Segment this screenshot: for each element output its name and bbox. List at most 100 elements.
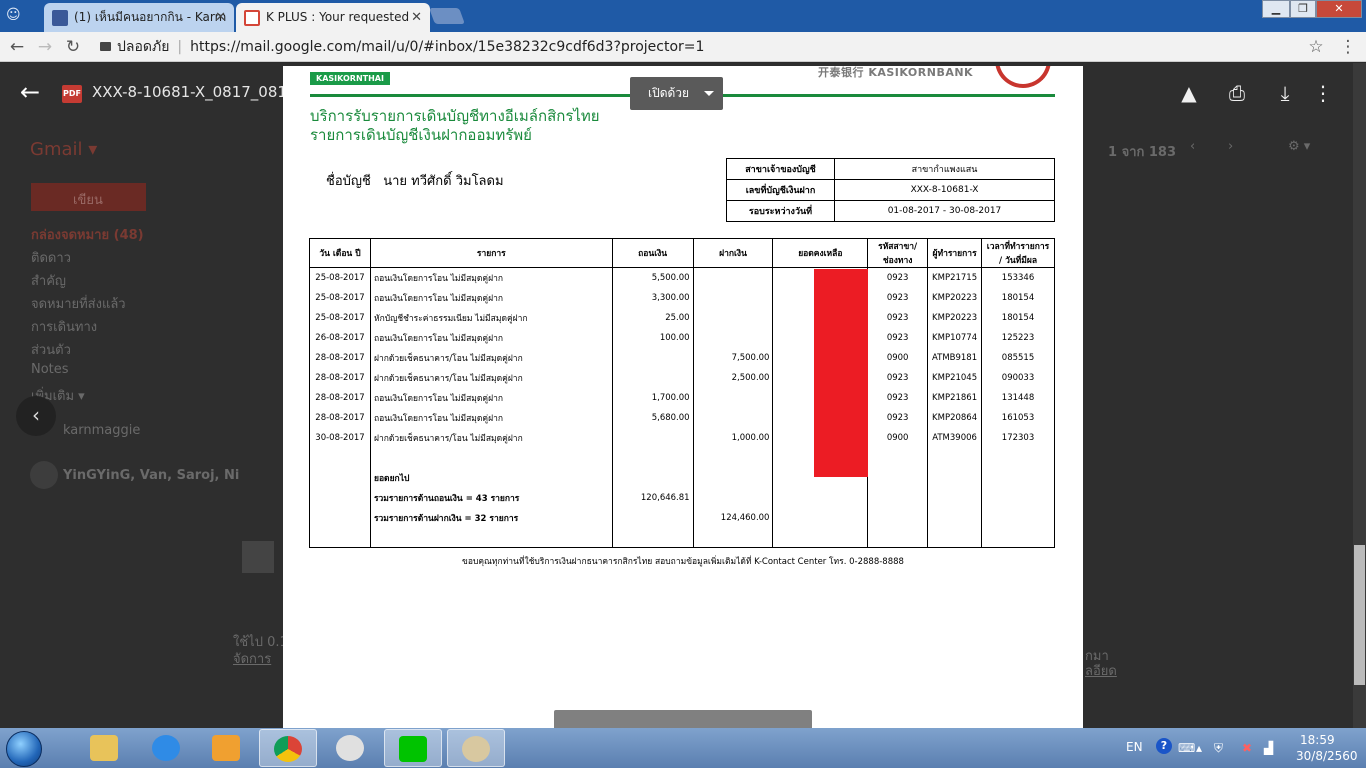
cell-branch: 0923 [867, 387, 929, 408]
zoom-controls[interactable] [554, 710, 812, 728]
clock-date[interactable]: 30/8/2560 [1296, 749, 1358, 763]
taskbar-itunes[interactable] [322, 729, 380, 767]
kasikornthai-logo: KASIKORNTHAI [310, 72, 390, 85]
account-name-value: นาย ทวีศักดิ์ วิมโลดม [383, 174, 504, 189]
open-with-button[interactable]: เปิดด้วย [630, 77, 723, 110]
col-header: ถอนเงิน [611, 238, 694, 268]
compose-button[interactable]: เขียน [31, 183, 146, 211]
cell-operator: KMP10774 [927, 327, 983, 348]
close-tab-button[interactable]: ✕ [411, 3, 422, 32]
taskbar-paint[interactable] [447, 729, 505, 767]
keyboard-icon[interactable]: ⌨ [1178, 741, 1195, 755]
doc-subtitle: รายการเดินบัญชีเงินฝากออมทรัพย์ [310, 126, 532, 144]
cell-branch: 0923 [867, 307, 929, 328]
close-tab-button[interactable]: ✕ [215, 3, 226, 32]
maximize-button[interactable]: ❐ [1290, 0, 1316, 18]
nav-personal[interactable]: ส่วนตัว [31, 339, 71, 360]
table-row-spacer [309, 447, 1055, 468]
lock-icon [100, 42, 111, 51]
cell-branch: 0923 [867, 267, 929, 288]
open-with-label: เปิดด้วย [648, 86, 690, 100]
cell-branch: 0923 [867, 367, 929, 388]
nav-inbox[interactable]: กล่องจดหมาย (48) [31, 224, 144, 245]
scrollbar-thumb[interactable] [1354, 545, 1365, 685]
language-indicator[interactable]: EN [1126, 740, 1143, 754]
chat-group[interactable]: YinGYinG, Van, Saroj, Ni [63, 468, 239, 483]
col-header: รหัสสาขา/ ช่องทาง [867, 238, 929, 268]
cell-operator: KMP21861 [927, 387, 983, 408]
tab-facebook[interactable]: (1) เห็นมีคนอยากกิน - Karm ✕ [44, 3, 234, 32]
cell-desc: ฝากด้วยเช็คธนาคาร/โอน ไม่มีสมุดคู่ฝาก [369, 347, 613, 368]
total-deposit-label: รวมรายการด้านฝากเงิน = 32 รายการ [369, 507, 613, 528]
minimize-button[interactable]: ▁ [1262, 0, 1290, 18]
nav-sent[interactable]: จดหมายที่ส่งแล้ว [31, 293, 126, 314]
profile-icon[interactable]: ☺ [6, 7, 24, 25]
close-viewer-arrow-icon[interactable]: ← [20, 78, 40, 106]
nav-starred[interactable]: ติดดาว [31, 247, 71, 268]
taskbar-explorer[interactable] [76, 729, 134, 767]
network-error-icon[interactable]: ✖ [1242, 741, 1252, 755]
taskbar-line[interactable] [384, 729, 442, 767]
nav-notes[interactable]: Notes [31, 362, 69, 377]
cell-deposit: 1,000.00 [692, 427, 774, 448]
cell-branch: 0923 [867, 327, 929, 348]
table-row: 30-08-2017 ฝากด้วยเช็คธนาคาร/โอน ไม่มีสมุ… [309, 427, 1055, 448]
cell-deposit [692, 387, 774, 408]
forward-icon[interactable]: → [34, 36, 56, 58]
nav-important[interactable]: สำคัญ [31, 270, 66, 291]
chat-user[interactable]: karnmaggie [63, 423, 140, 438]
cell-time: 161053 [981, 407, 1055, 428]
back-icon[interactable]: ← [6, 36, 28, 58]
settings-gear-icon[interactable]: ⚙ ▾ [1288, 139, 1310, 154]
reload-icon[interactable]: ↻ [62, 36, 84, 58]
tab-gmail[interactable]: K PLUS : Your requested ✕ [236, 3, 430, 32]
download-icon[interactable]: ⤓ [1272, 80, 1298, 106]
chevron-right-icon[interactable]: › [1228, 139, 1233, 154]
avatar [30, 461, 58, 489]
details-link[interactable]: ลอียด [1085, 660, 1117, 681]
table-row: 25-08-2017 ถอนเงินโดยการโอน ไม่มีสมุดคู่ฝ… [309, 287, 1055, 308]
cell-desc: ฝากด้วยเช็คธนาคาร/โอน ไม่มีสมุดคู่ฝาก [369, 367, 613, 388]
cell-withdraw: 25.00 [611, 307, 694, 328]
add-to-drive-icon[interactable]: ▲ [1176, 80, 1202, 106]
chrome-icon [274, 736, 302, 762]
security-icon[interactable]: ⛨ [1214, 741, 1223, 756]
folder-icon [90, 735, 118, 761]
star-icon[interactable]: ☆ [1305, 36, 1327, 58]
print-icon[interactable]: ⎙ [1224, 80, 1250, 106]
manage-link[interactable]: จัดการ [233, 648, 271, 669]
cell-date: 28-08-2017 [309, 347, 371, 368]
caret-down-icon [704, 91, 714, 96]
url-field[interactable]: ปลอดภัย | https://mail.google.com/mail/u/0… [92, 35, 1332, 59]
table-row: 26-08-2017 ถอนเงินโดยการโอน ไม่มีสมุดคู่ฝ… [309, 327, 1055, 348]
clock-time[interactable]: 18:59 [1300, 733, 1335, 747]
cell-branch: 0900 [867, 427, 929, 448]
taskbar-media-player[interactable] [198, 729, 256, 767]
cell-withdraw: 5,500.00 [611, 267, 694, 288]
col-header: ฝากเงิน [692, 238, 774, 268]
prev-attachment-button[interactable]: ‹ [16, 396, 56, 436]
help-icon[interactable]: ? [1156, 738, 1172, 754]
taskbar-chrome[interactable] [259, 729, 317, 767]
new-tab-button[interactable] [429, 8, 465, 24]
show-hidden-icons-icon[interactable]: ▴ [1196, 741, 1202, 755]
cell-date: 28-08-2017 [309, 367, 371, 388]
menu-icon[interactable]: ⋮ [1337, 36, 1359, 58]
table-row-end [309, 527, 1055, 548]
col-header: ยอดคงเหลือ [772, 238, 869, 268]
table-row: 28-08-2017 ฝากด้วยเช็คธนาคาร/โอน ไม่มีสมุ… [309, 347, 1055, 368]
gmail-label[interactable]: Gmail ▾ [30, 139, 97, 160]
signal-icon[interactable]: ▟ [1264, 741, 1273, 755]
cell-time: 090033 [981, 367, 1055, 388]
cell-date: 30-08-2017 [309, 427, 371, 448]
line-icon [399, 736, 427, 762]
url-text[interactable]: https://mail.google.com/mail/u/0/#inbox/… [190, 39, 704, 55]
info-value: XXX-8-10681-X [834, 179, 1055, 201]
chevron-left-icon[interactable]: ‹ [1190, 139, 1195, 154]
taskbar-ie[interactable] [138, 729, 196, 767]
close-window-button[interactable]: ✕ [1316, 0, 1362, 18]
start-button[interactable] [6, 731, 42, 767]
cell-deposit [692, 267, 774, 288]
nav-travel[interactable]: การเดินทาง [31, 316, 97, 337]
more-options-icon[interactable]: ⋮ [1310, 80, 1336, 106]
